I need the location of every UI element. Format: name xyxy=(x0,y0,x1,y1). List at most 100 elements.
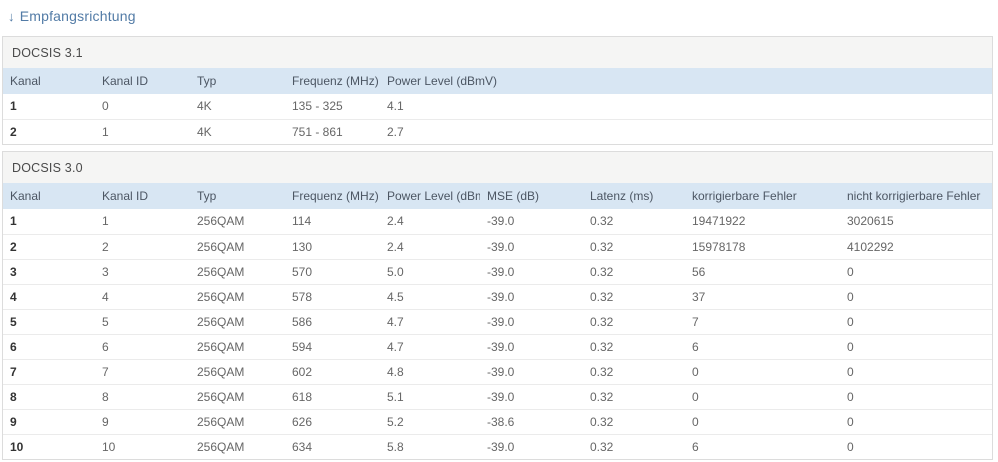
cell-kanal: 6 xyxy=(3,333,95,359)
cell: 4102292 xyxy=(840,233,992,259)
column-header: Frequenz (MHz) xyxy=(285,68,380,94)
cell: 9 xyxy=(95,408,190,434)
page-title-label: Empfangsrichtung xyxy=(19,8,136,24)
cell: 256QAM xyxy=(190,358,285,384)
cell: 4.7 xyxy=(380,333,480,359)
cell: 4.8 xyxy=(380,358,480,384)
cell: 2.4 xyxy=(380,233,480,259)
cell: 0.32 xyxy=(583,258,685,284)
cell: 6 xyxy=(685,333,840,359)
cell: 8 xyxy=(95,383,190,409)
cell: 4.7 xyxy=(380,308,480,334)
page-title: ↓ Empfangsrichtung xyxy=(2,6,993,36)
cell: 0.32 xyxy=(590,214,614,229)
cell: -39.0 xyxy=(480,333,583,359)
table-row: 9 9 256QAM 626 5.2 -38.6 0.32 0 0 xyxy=(3,408,992,434)
cell: 2.4 xyxy=(387,214,404,229)
cell: 256QAM xyxy=(190,308,285,334)
table-header-row: Kanal Kanal ID Typ Frequenz (MHz) Power Leve… xyxy=(3,183,992,209)
cell: 0.32 xyxy=(583,283,685,309)
cell: 0 xyxy=(840,433,992,459)
cell: 37 xyxy=(685,283,840,309)
column-header: Typ xyxy=(190,68,285,94)
table-row: 6 6 256QAM 594 4.7 -39.0 0.32 6 0 xyxy=(3,333,992,359)
table-row: 2 2 256QAM 130 2.4 -39.0 0.32 15978178 4102292 xyxy=(3,233,992,259)
cell: 618 xyxy=(285,383,380,409)
section-list: DOCSIS 3.1 Kanal Kanal ID Typ Frequenz (MHz)… xyxy=(2,36,993,460)
cell-kanal: 1 xyxy=(10,214,17,229)
cell: -39.0 xyxy=(480,233,583,259)
cell: 634 xyxy=(285,433,380,459)
cell-kanal: 7 xyxy=(3,358,95,384)
cell-kanal: 10 xyxy=(3,433,95,459)
cell: 0 xyxy=(685,383,840,409)
cell: 4K xyxy=(197,99,212,114)
column-header: Power Level (dBmV) xyxy=(380,68,992,94)
section-title: DOCSIS 3.0 xyxy=(3,152,992,183)
cell: 602 xyxy=(285,358,380,384)
cell: 135 - 325 xyxy=(292,99,343,114)
cell: 0 xyxy=(102,99,109,114)
cell: -39.0 xyxy=(480,358,583,384)
cell: 0 xyxy=(840,383,992,409)
column-header: Kanal xyxy=(3,183,95,209)
table-row: 5 5 256QAM 586 4.7 -39.0 0.32 7 0 xyxy=(3,308,992,334)
cell: 7 xyxy=(685,308,840,334)
column-header: Kanal ID xyxy=(95,183,190,209)
cell: 7 xyxy=(95,358,190,384)
column-header: Typ xyxy=(190,183,285,209)
cell: 5.1 xyxy=(380,383,480,409)
cell: 0 xyxy=(685,358,840,384)
cell-kanal: 3 xyxy=(3,258,95,284)
section-title: DOCSIS 3.1 xyxy=(3,37,992,68)
cell: 5.8 xyxy=(380,433,480,459)
cell: 5 xyxy=(95,308,190,334)
cell: 0 xyxy=(840,308,992,334)
cell: -39.0 xyxy=(487,214,515,229)
table-row: 1 0 4K 135 - 325 4.1 xyxy=(3,94,992,119)
cell: 4.5 xyxy=(380,283,480,309)
table-row: 2 1 4K 751 - 861 2.7 xyxy=(3,118,992,144)
cell: 751 - 861 xyxy=(285,118,380,144)
cell: 5.0 xyxy=(380,258,480,284)
cell: 3 xyxy=(95,258,190,284)
column-header: MSE (dB) xyxy=(480,183,583,209)
cell: 256QAM xyxy=(197,214,245,229)
cell: -39.0 xyxy=(480,383,583,409)
cell: 0 xyxy=(840,333,992,359)
cell-kanal: 9 xyxy=(3,408,95,434)
cell: 3020615 xyxy=(847,214,894,229)
cell: 0 xyxy=(840,358,992,384)
cell: 6 xyxy=(95,333,190,359)
cell: 578 xyxy=(285,283,380,309)
cell: 4K xyxy=(190,118,285,144)
cell: -39.0 xyxy=(480,433,583,459)
cell: 0.32 xyxy=(583,433,685,459)
column-header: nicht korrigierbare Fehler xyxy=(840,183,992,209)
column-header: Frequenz (MHz) xyxy=(285,183,380,209)
docsis-section: DOCSIS 3.0 Kanal Kanal ID Typ Frequenz (MHz)… xyxy=(2,151,993,460)
table-row: 7 7 256QAM 602 4.8 -39.0 0.32 0 0 xyxy=(3,358,992,384)
cell: 2.7 xyxy=(380,118,992,144)
cell: 0 xyxy=(840,258,992,284)
cell-kanal: 8 xyxy=(3,383,95,409)
column-header: Latenz (ms) xyxy=(583,183,685,209)
cell: 256QAM xyxy=(190,233,285,259)
cell: 15978178 xyxy=(685,233,840,259)
cell: 114 xyxy=(292,214,312,229)
table-header-row: Kanal Kanal ID Typ Frequenz (MHz) Power Leve… xyxy=(3,68,992,94)
cell: -39.0 xyxy=(480,258,583,284)
cell: 1 xyxy=(95,118,190,144)
cell: 4.1 xyxy=(387,99,404,114)
cell-kanal: 4 xyxy=(3,283,95,309)
docsis-status-page: ↓ Empfangsrichtung DOCSIS 3.1 Kanal Kanal … xyxy=(0,0,998,462)
column-header: Kanal xyxy=(3,68,95,94)
cell: -39.0 xyxy=(480,308,583,334)
cell: -39.0 xyxy=(480,283,583,309)
table-row: 1 1 256QAM 114 2.4 -39.0 0.32 19471922 3020615 xyxy=(3,209,992,234)
cell: 56 xyxy=(685,258,840,284)
cell: 256QAM xyxy=(190,258,285,284)
column-header: korrigierbare Fehler xyxy=(685,183,840,209)
cell: 130 xyxy=(285,233,380,259)
cell: 0 xyxy=(685,408,840,434)
